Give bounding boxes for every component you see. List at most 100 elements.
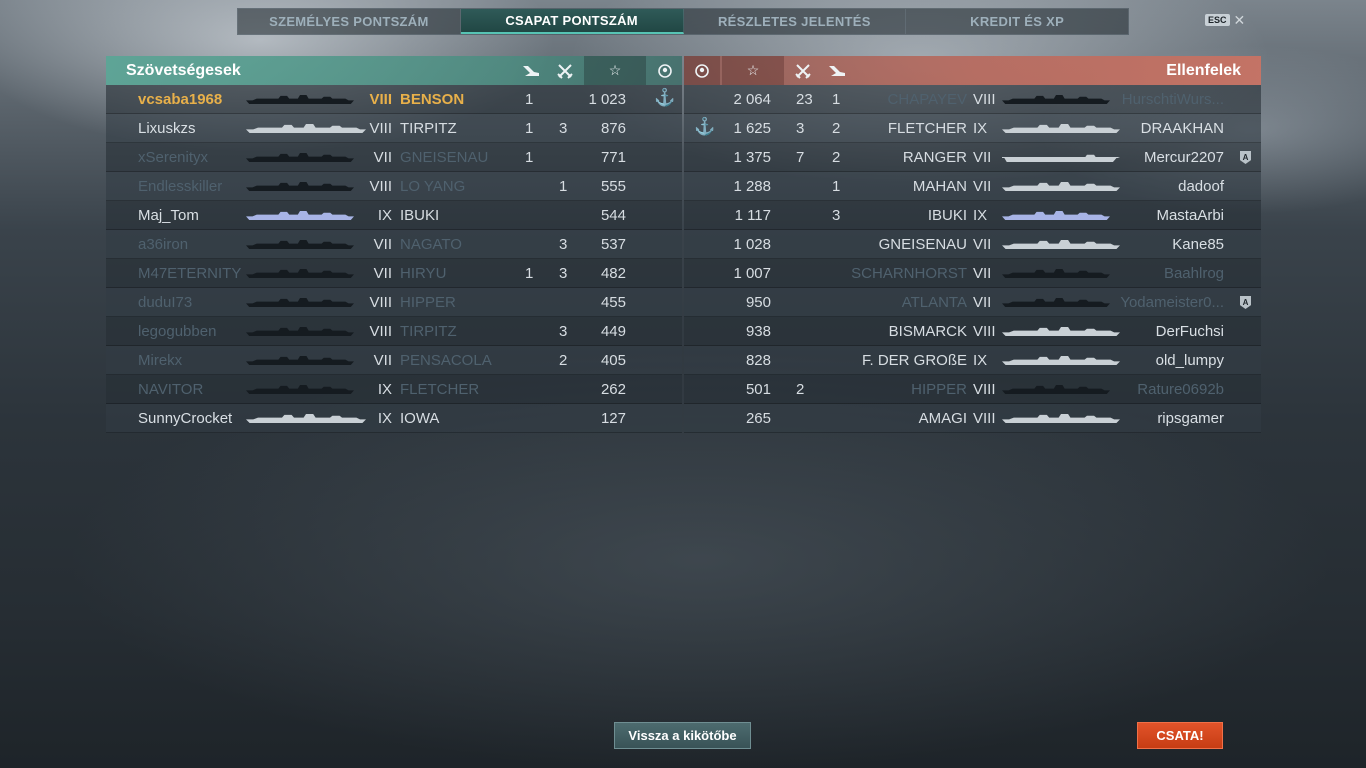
ship-silhouette [1002,327,1120,336]
enemies-header: ☆ Ellenfelek [684,56,1261,85]
planes-destroyed: 1 [832,178,841,195]
ship-tier: VIII [369,294,392,311]
enemy-player-row[interactable]: 501 2 HIPPER VIII Rature0692b [684,375,1261,404]
ship-tier: VIII [973,91,996,108]
ship-tier: VIII [973,323,996,340]
player-name: Yodameister0... [1120,294,1224,311]
ally-player-row[interactable]: Endlesskiller VIII LO YANG 1 555 [106,172,682,201]
base-xp-score: 1 625 [733,120,771,137]
ships-destroyed: 3 [559,265,568,282]
enemies-title: Ellenfelek [1166,62,1241,79]
base-xp-score: 1 375 [733,149,771,166]
player-name: DerFuchsi [1155,323,1224,340]
ship-silhouette [1002,240,1120,249]
enemy-player-row[interactable]: 1 028 GNEISENAU VII Kane85 [684,230,1261,259]
ship-silhouette [246,414,366,423]
ally-player-row[interactable]: xSerenityx VII GNEISENAU 1 771 [106,143,682,172]
ally-player-row[interactable]: Lixuskzs VIII TIRPITZ 1 3 876 [106,114,682,143]
player-name: Mirekx [138,352,183,369]
player-name: vcsaba1968 [138,91,223,108]
ally-player-row[interactable]: M47ETERNITY VII HIRYU 1 3 482 [106,259,682,288]
base-xp-score: 1 028 [733,236,771,253]
base-xp-score: 455 [600,294,626,311]
enemy-player-row[interactable]: 828 F. DER GROßE IX old_lumpy [684,346,1261,375]
close-button[interactable]: ESC ✕ [1205,13,1245,27]
esc-key-label: ESC [1205,14,1230,26]
base-xp-score: 876 [600,120,626,137]
ship-silhouette [246,211,354,220]
planes-destroyed: 1 [525,120,534,137]
ally-player-row[interactable]: Mirekx VII PENSACOLA 2 405 [106,346,682,375]
ships-destroyed: 3 [559,236,568,253]
star-icon[interactable]: ☆ [722,56,784,85]
player-name: Kane85 [1172,236,1224,253]
laurel-emblem-icon[interactable] [684,56,720,85]
ship-silhouette [1002,124,1120,133]
ships-destroyed: 1 [559,178,568,195]
tab-team-score[interactable]: CSAPAT PONTSZÁM [460,9,684,34]
ship-silhouette [1002,414,1120,423]
ship-name: SCHARNHORST [851,265,967,282]
enemies-panel: ☆ Ellenfelek 2 064 23 1 CHAPAYEV VIII Hurscht… [684,56,1261,433]
base-xp-score: 950 [745,294,771,311]
enemy-player-row[interactable]: 950 ATLANTA VII Yodameister0... A [684,288,1261,317]
ships-destroyed: 7 [796,149,805,166]
enemy-player-row[interactable]: 1 375 7 2 RANGER VII Mercur2207 A [684,143,1261,172]
base-xp-score: 127 [600,410,626,427]
base-xp-score: 1 288 [733,178,771,195]
tab-detailed-report[interactable]: RÉSZLETES JELENTÉS [684,9,907,34]
enemy-player-row[interactable]: 1 288 1 MAHAN VII dadoof [684,172,1261,201]
crossed-swords-icon[interactable] [788,56,818,85]
plane-icon[interactable] [822,56,852,85]
enemy-player-row[interactable]: 2 064 23 1 CHAPAYEV VIII HurschtiWurs... [684,85,1261,114]
base-xp-score: 449 [600,323,626,340]
ally-player-row[interactable]: SunnyCrocket IX IOWA 127 [106,404,682,433]
anchor-icon: ⚓ [654,88,676,107]
ship-silhouette [1002,182,1120,191]
ally-player-row[interactable]: legogubben VIII TIRPITZ 3 449 [106,317,682,346]
ship-tier: VIII [369,120,392,137]
enemy-player-row[interactable]: 1 117 3 IBUKI IX MastaArbi [684,201,1261,230]
enemy-player-row[interactable]: ⚓ 1 625 3 2 FLETCHER IX DRAAKHAN [684,114,1261,143]
base-xp-score: 544 [600,207,626,224]
back-to-port-button[interactable]: Vissza a kikötőbe [614,722,751,749]
ally-player-row[interactable]: vcsaba1968 VIII BENSON 1 1 023 ⚓ [106,85,682,114]
enemy-player-row[interactable]: 265 AMAGI VIII ripsgamer [684,404,1261,433]
laurel-emblem-icon[interactable] [648,56,682,85]
crossed-swords-icon[interactable] [550,56,580,85]
ship-tier: VII [973,236,992,253]
ships-destroyed: 3 [559,120,568,137]
ship-silhouette [246,95,354,104]
player-name: Endlesskiller [138,178,223,195]
planes-destroyed: 1 [525,265,534,282]
ship-name: PENSACOLA [400,352,492,369]
allies-rows: vcsaba1968 VIII BENSON 1 1 023 ⚓ Lixuskzs VIII T… [106,85,682,433]
tab-personal-score[interactable]: SZEMÉLYES PONTSZÁM [238,9,461,34]
tab-credits-xp[interactable]: KREDIT ÉS XP [906,9,1128,34]
base-xp-score: 1 117 [734,207,771,224]
player-name: xSerenityx [138,149,209,166]
rank-badge-icon: A [1240,296,1251,309]
enemy-player-row[interactable]: 1 007 SCHARNHORST VII Baahlrog [684,259,1261,288]
ship-tier: VII [373,265,392,282]
base-xp-score: 405 [600,352,626,369]
player-name: Rature0692b [1137,381,1224,398]
battle-button[interactable]: CSATA! [1137,722,1223,749]
ship-tier: VIII [369,323,392,340]
ally-player-row[interactable]: Maj_Tom IX IBUKI 544 [106,201,682,230]
base-xp-score: 262 [600,381,626,398]
base-xp-score: 938 [745,323,771,340]
ally-player-row[interactable]: duduI73 VIII HIPPER 455 [106,288,682,317]
ship-name: F. DER GROßE [861,352,967,369]
ally-player-row[interactable]: a36iron VII NAGATO 3 537 [106,230,682,259]
enemy-player-row[interactable]: 938 BISMARCK VIII DerFuchsi [684,317,1261,346]
plane-icon[interactable] [516,56,546,85]
planes-destroyed: 1 [832,91,841,108]
anchor-icon: ⚓ [694,117,716,136]
player-name: ripsgamer [1157,410,1224,427]
player-name: Lixuskzs [138,120,196,137]
star-icon[interactable]: ☆ [584,56,646,85]
ship-tier: VII [373,236,392,253]
score-tabs: SZEMÉLYES PONTSZÁM CSAPAT PONTSZÁM RÉSZL… [237,8,1129,35]
ally-player-row[interactable]: NAVITOR IX FLETCHER 262 [106,375,682,404]
